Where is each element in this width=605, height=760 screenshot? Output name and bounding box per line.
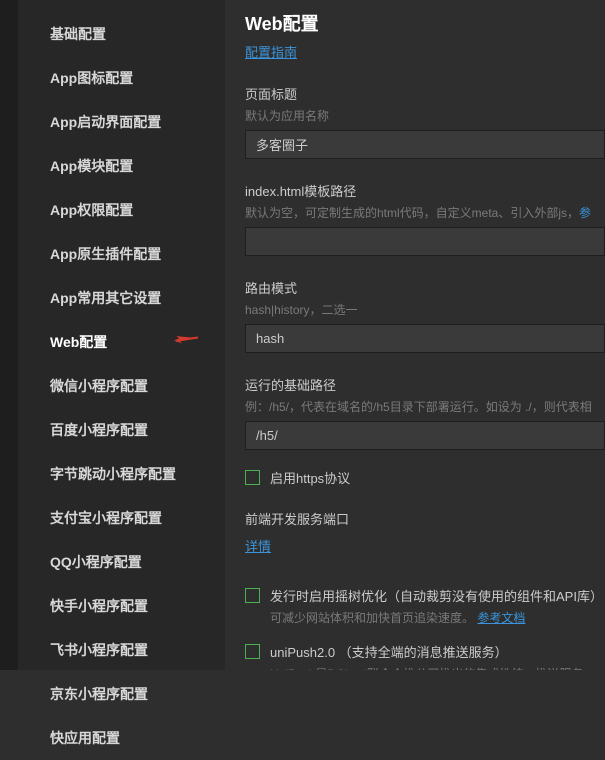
- https-checkbox[interactable]: [245, 470, 260, 485]
- sidebar-item-app-launch[interactable]: App启动界面配置: [50, 100, 225, 144]
- sidebar-item-baidu[interactable]: 百度小程序配置: [50, 408, 225, 452]
- treeshake-checkbox[interactable]: [245, 588, 260, 603]
- sidebar-item-qq[interactable]: QQ小程序配置: [50, 540, 225, 584]
- sidebar-item-app-other[interactable]: App常用其它设置: [50, 276, 225, 320]
- unipush-sub: UniPush是DCloud联合个推公司推出的集成性统一推送服务，: [270, 665, 605, 670]
- field-page-title: 页面标题 默认为应用名称: [245, 84, 605, 159]
- sidebar-item-wechat[interactable]: 微信小程序配置: [50, 364, 225, 408]
- sidebar-item-app-native-plugin[interactable]: App原生插件配置: [50, 232, 225, 276]
- checkbox-label: 发行时启用摇树优化（自动裁剪没有使用的组件和API库）: [270, 586, 603, 605]
- dev-port-detail-link[interactable]: 详情: [245, 536, 271, 555]
- field-label: 运行的基础路径: [245, 375, 605, 394]
- sidebar-item-kuaishou[interactable]: 快手小程序配置: [50, 584, 225, 628]
- field-dev-port: 前端开发服务端口 详情: [245, 509, 605, 556]
- field-base-path: 运行的基础路径 例：/h5/，代表在域名的/h5目录下部署运行。如设为 ./，则…: [245, 375, 605, 450]
- arrow-indicator-icon: [172, 331, 200, 354]
- sidebar-item-app-icon[interactable]: App图标配置: [50, 56, 225, 100]
- field-label: index.html模板路径: [245, 181, 605, 200]
- unipush-checkbox-row: uniPush2.0 （支持全端的消息推送服务）: [245, 642, 605, 661]
- field-hint: 例：/h5/，代表在域名的/h5目录下部署运行。如设为 ./，则代表相: [245, 398, 605, 415]
- unipush-checkbox[interactable]: [245, 644, 260, 659]
- config-guide-link[interactable]: 配置指南: [245, 45, 297, 60]
- sidebar-item-bytedance[interactable]: 字节跳动小程序配置: [50, 452, 225, 496]
- field-hint: 默认为应用名称: [245, 107, 605, 124]
- treeshake-doc-link[interactable]: 参考文档: [477, 611, 525, 625]
- sidebar-item-app-permission[interactable]: App权限配置: [50, 188, 225, 232]
- treeshake-checkbox-row: 发行时启用摇树优化（自动裁剪没有使用的组件和API库）: [245, 586, 605, 605]
- sidebar-item-feishu[interactable]: 飞书小程序配置: [50, 628, 225, 672]
- field-label: 路由模式: [245, 278, 605, 297]
- route-mode-input[interactable]: [245, 324, 605, 353]
- treeshake-sub: 可减少网站体积和加快首页追染速度。 参考文档: [270, 609, 605, 626]
- field-hint: 默认为空，可定制生成的html代码，自定义meta、引入外部js，参: [245, 204, 605, 221]
- template-path-input[interactable]: [245, 227, 605, 256]
- content-panel: Web配置 配置指南 页面标题 默认为应用名称 index.html模板路径 默…: [225, 0, 605, 670]
- sidebar-item-quickapp[interactable]: 快应用配置: [50, 716, 225, 760]
- checkbox-label: uniPush2.0 （支持全端的消息推送服务）: [270, 642, 508, 661]
- base-path-input[interactable]: [245, 421, 605, 450]
- field-template-path: index.html模板路径 默认为空，可定制生成的html代码，自定义meta…: [245, 181, 605, 256]
- sidebar-item-label: Web配置: [50, 334, 107, 350]
- field-hint: hash|history，二选一: [245, 301, 605, 318]
- field-route-mode: 路由模式 hash|history，二选一: [245, 278, 605, 353]
- field-label: 页面标题: [245, 84, 605, 103]
- sidebar-item-web[interactable]: Web配置: [50, 320, 225, 364]
- page-title-input[interactable]: [245, 130, 605, 159]
- checkbox-label: 启用https协议: [270, 468, 350, 487]
- template-ref-link[interactable]: 参: [579, 206, 591, 220]
- sidebar-item-app-module[interactable]: App模块配置: [50, 144, 225, 188]
- sidebar-item-basic[interactable]: 基础配置: [50, 12, 225, 56]
- sidebar: 基础配置 App图标配置 App启动界面配置 App模块配置 App权限配置 A…: [0, 0, 225, 670]
- page-title: Web配置: [245, 10, 605, 36]
- https-checkbox-row: 启用https协议: [245, 468, 605, 487]
- sidebar-item-jd[interactable]: 京东小程序配置: [50, 672, 225, 716]
- field-label: 前端开发服务端口: [245, 509, 605, 528]
- sidebar-item-alipay[interactable]: 支付宝小程序配置: [50, 496, 225, 540]
